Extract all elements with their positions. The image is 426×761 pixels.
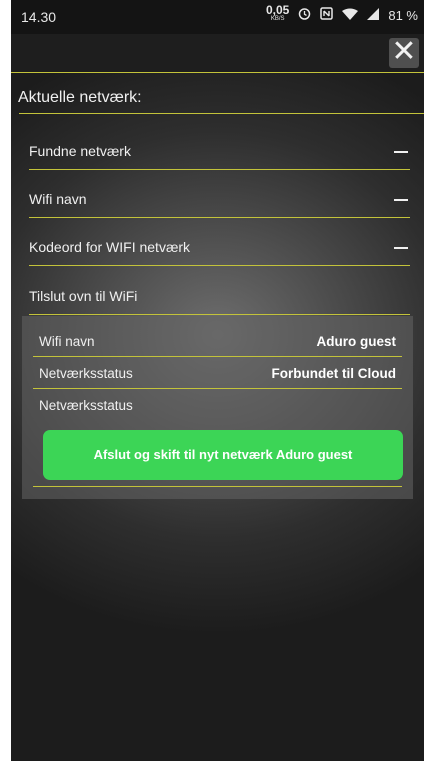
divider (29, 169, 410, 170)
signal-icon (367, 7, 380, 23)
network-status-value: Forbundet til Cloud (271, 366, 396, 381)
status-icons: 0,05 KB/S 81 % (266, 3, 418, 24)
collapse-icon[interactable] (394, 151, 408, 153)
wifi-name-value: Aduro guest (316, 334, 397, 349)
finish-switch-network-button[interactable]: Afslut og skift til nyt netværk Aduro gu… (43, 430, 403, 480)
wifi-icon (342, 8, 359, 23)
network-speed: 0,05 KB/S (266, 3, 290, 22)
divider (29, 217, 410, 218)
battery-level: 81 % (388, 7, 418, 23)
section-wifi-password[interactable]: Kodeord for WIFI netværk (29, 239, 190, 255)
divider (33, 388, 402, 389)
divider (29, 265, 410, 266)
section-wifi-name[interactable]: Wifi navn (29, 191, 87, 207)
close-button[interactable]: ✕ (389, 37, 419, 68)
collapse-icon[interactable] (394, 199, 408, 201)
header-bar (11, 34, 424, 72)
page-title: Aktuelle netværk: (18, 89, 142, 106)
alarm-icon (298, 7, 311, 23)
collapse-icon[interactable] (394, 247, 408, 249)
nfc-icon (320, 7, 334, 23)
network-status-label-2: Netværksstatus (39, 398, 133, 413)
status-bar: 14.30 0,05 KB/S 81 % (11, 0, 424, 34)
divider (19, 113, 424, 114)
section-connect-stove[interactable]: Tilslut ovn til WiFi (29, 288, 137, 304)
divider (33, 486, 402, 487)
divider (33, 356, 402, 357)
status-time: 14.30 (21, 9, 57, 25)
section-found-networks[interactable]: Fundne netværk (29, 143, 131, 159)
app-screen: 14.30 0,05 KB/S 81 % ✕ Aktuelle netværk: (11, 0, 424, 761)
network-status-label: Netværksstatus (39, 366, 133, 381)
wifi-name-label: Wifi navn (39, 334, 95, 349)
divider (29, 314, 410, 315)
divider (11, 72, 424, 73)
